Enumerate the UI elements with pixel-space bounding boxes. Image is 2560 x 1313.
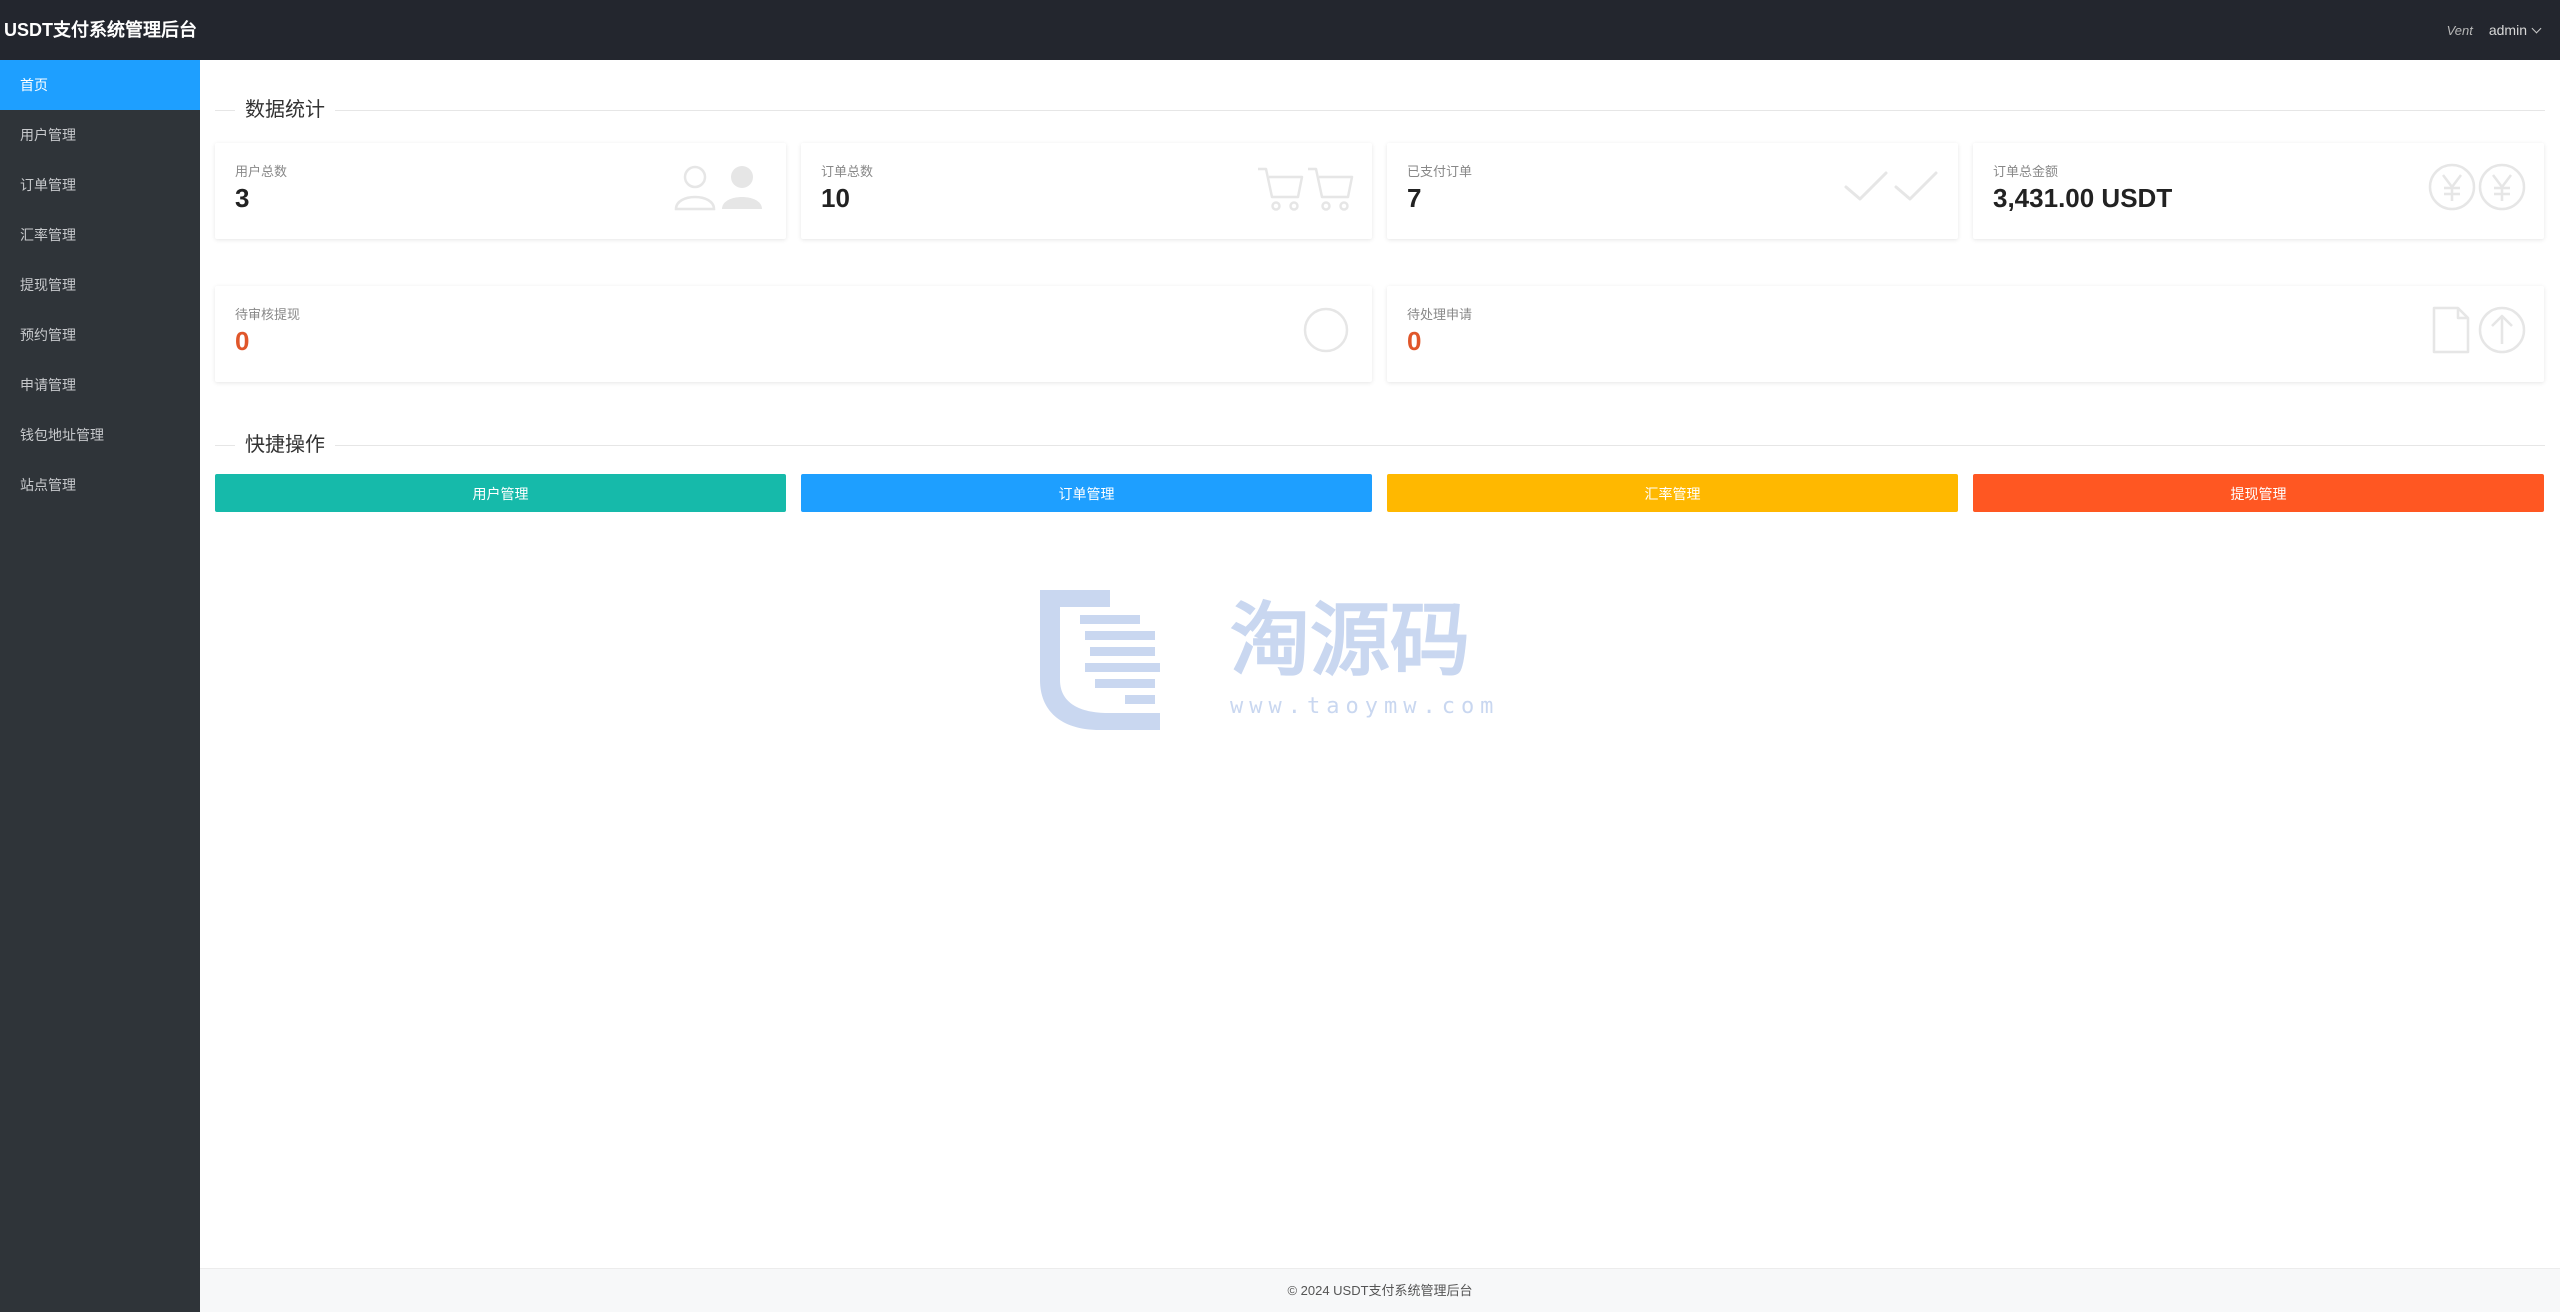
user-name: admin <box>2488 22 2527 38</box>
yen-icon <box>2428 163 2526 211</box>
stat-card-orders: 订单总数 10 <box>801 143 1372 239</box>
stat-value: 0 <box>1407 326 1422 356</box>
stat-value: 10 <box>821 183 850 213</box>
header-right: Vent admin <box>2447 0 2542 60</box>
stat-label: 订单总金额 <box>1993 164 2059 179</box>
quick-rates-button[interactable]: 汇率管理 <box>1387 474 1958 512</box>
stat-card-paid: 已支付订单 7 <box>1387 143 1958 239</box>
file-upload-icon <box>2432 306 2526 354</box>
sidebar-item-reservations[interactable]: 预约管理 <box>0 310 200 360</box>
stat-label: 待处理申请 <box>1407 307 1473 322</box>
main-content: 数据统计 用户总数 3 订单总数 10 已支付订单 7 订单总金额 3,431.… <box>200 60 2560 1268</box>
quick-orders-button[interactable]: 订单管理 <box>801 474 1372 512</box>
quick-section-title: 快捷操作 <box>215 430 2545 460</box>
stat-label: 待审核提现 <box>235 307 301 322</box>
stat-card-users: 用户总数 3 <box>215 143 786 239</box>
sidebar-item-applications[interactable]: 申请管理 <box>0 360 200 410</box>
cart-icon <box>1258 167 1354 211</box>
users-icon <box>674 165 762 211</box>
sidebar-item-home[interactable]: 首页 <box>0 60 200 110</box>
footer: © 2024 USDT支付系统管理后台 <box>200 1268 2560 1312</box>
quick-title: 快捷操作 <box>235 430 335 460</box>
section-divider <box>215 110 2545 111</box>
section-divider <box>215 445 2545 446</box>
chevron-down-icon <box>2531 23 2542 33</box>
sidebar-item-rates[interactable]: 汇率管理 <box>0 210 200 260</box>
quick-users-button[interactable]: 用户管理 <box>215 474 786 512</box>
stats-title: 数据统计 <box>235 95 335 125</box>
stat-card-pending-withdrawals: 待审核提现 0 <box>215 286 1372 382</box>
circle-icon <box>1303 307 1349 353</box>
stat-value: 3,431.00 USDT <box>1993 183 2173 213</box>
sidebar-item-wallets[interactable]: 钱包地址管理 <box>0 410 200 460</box>
stat-card-pending-applications: 待处理申请 0 <box>1387 286 2544 382</box>
stat-value: 3 <box>235 183 250 213</box>
stat-label: 订单总数 <box>821 164 874 179</box>
sidebar-item-users[interactable]: 用户管理 <box>0 110 200 160</box>
stat-card-amount: 订单总金额 3,431.00 USDT <box>1973 143 2544 239</box>
stat-value: 7 <box>1407 183 1422 213</box>
user-menu[interactable]: admin <box>2488 22 2542 38</box>
sidebar: 首页 用户管理 订单管理 汇率管理 提现管理 预约管理 申请管理 钱包地址管理 … <box>0 60 200 1312</box>
app-title: USDT支付系统管理后台 <box>4 20 197 40</box>
check-icon <box>1844 171 1938 201</box>
sidebar-item-orders[interactable]: 订单管理 <box>0 160 200 210</box>
sidebar-item-site[interactable]: 站点管理 <box>0 460 200 510</box>
stats-section-title: 数据统计 <box>215 95 2545 125</box>
stat-label: 用户总数 <box>235 164 288 179</box>
top-header: USDT支付系统管理后台 Vent admin <box>0 0 2560 60</box>
stat-value: 0 <box>235 326 250 356</box>
tool-icon[interactable]: Vent <box>2447 23 2473 38</box>
sidebar-item-withdrawals[interactable]: 提现管理 <box>0 260 200 310</box>
quick-withdrawals-button[interactable]: 提现管理 <box>1973 474 2544 512</box>
stat-label: 已支付订单 <box>1407 164 1473 179</box>
